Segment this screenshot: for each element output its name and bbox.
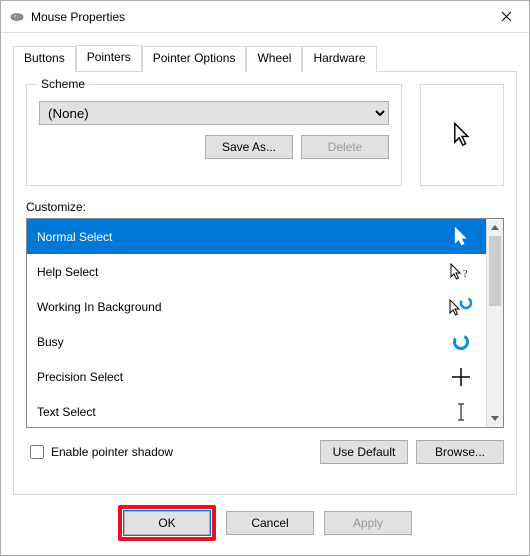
scheme-legend: Scheme bbox=[37, 77, 89, 91]
list-item[interactable]: Busy bbox=[27, 324, 486, 359]
customize-label: Customize: bbox=[26, 200, 504, 214]
tab-buttons[interactable]: Buttons bbox=[13, 46, 76, 72]
list-item[interactable]: Precision Select bbox=[27, 359, 486, 394]
list-item[interactable]: Normal Select bbox=[27, 219, 486, 254]
scroll-down-icon[interactable] bbox=[487, 410, 503, 427]
scroll-up-icon[interactable] bbox=[487, 219, 503, 236]
delete-button[interactable]: Delete bbox=[301, 135, 389, 159]
scrollbar[interactable] bbox=[486, 219, 503, 427]
tab-hardware[interactable]: Hardware bbox=[302, 46, 376, 72]
mouse-icon bbox=[9, 9, 25, 25]
ibeam-icon bbox=[446, 402, 476, 422]
arrow-help-icon: ? bbox=[446, 262, 476, 282]
cursor-preview-large bbox=[420, 84, 504, 186]
list-item[interactable]: Working In Background bbox=[27, 289, 486, 324]
use-default-button[interactable]: Use Default bbox=[320, 440, 408, 464]
list-item[interactable]: Help Select ? bbox=[27, 254, 486, 289]
cursor-listbox[interactable]: Normal Select Help Select ? Working In B… bbox=[27, 219, 486, 427]
close-button[interactable] bbox=[483, 2, 529, 32]
tab-wheel[interactable]: Wheel bbox=[246, 46, 302, 72]
tabs: Buttons Pointers Pointer Options Wheel H… bbox=[13, 45, 517, 72]
svg-text:?: ? bbox=[463, 269, 468, 280]
list-item[interactable]: Text Select bbox=[27, 394, 486, 427]
window-title: Mouse Properties bbox=[31, 10, 483, 24]
tab-pointer-options[interactable]: Pointer Options bbox=[142, 46, 247, 72]
busy-icon bbox=[446, 333, 476, 351]
save-as-button[interactable]: Save As... bbox=[205, 135, 293, 159]
arrow-icon bbox=[446, 227, 476, 247]
scheme-group: Scheme (None) Save As... Delete bbox=[26, 84, 402, 186]
cross-icon bbox=[446, 367, 476, 387]
tab-pointers[interactable]: Pointers bbox=[76, 45, 142, 71]
scheme-select[interactable]: (None) bbox=[39, 101, 389, 125]
apply-button[interactable]: Apply bbox=[324, 511, 412, 535]
enable-shadow-checkbox[interactable]: Enable pointer shadow bbox=[26, 442, 312, 462]
ok-button[interactable]: OK bbox=[124, 511, 210, 535]
ok-highlight: OK bbox=[118, 505, 216, 541]
browse-button[interactable]: Browse... bbox=[416, 440, 504, 464]
arrow-busy-icon bbox=[446, 297, 476, 317]
scroll-thumb[interactable] bbox=[489, 236, 501, 306]
cancel-button[interactable]: Cancel bbox=[226, 511, 314, 535]
